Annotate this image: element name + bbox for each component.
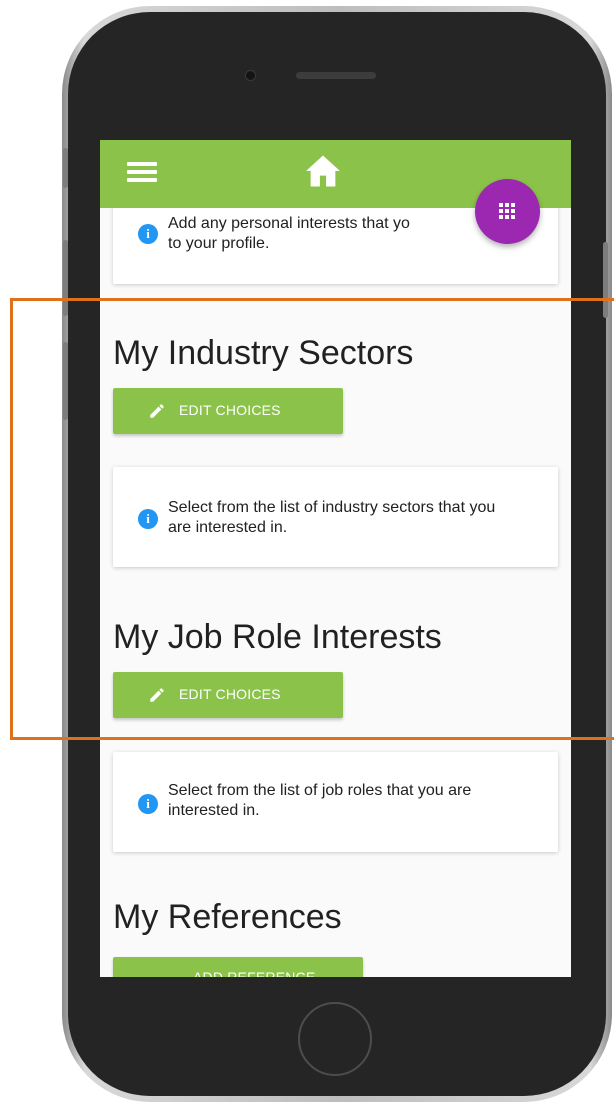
phone-volume-up-button <box>63 240 68 316</box>
job-role-interests-title: My Job Role Interests <box>113 618 442 656</box>
phone-mute-switch <box>63 148 68 188</box>
job-roles-info-text: Select from the list of job roles that y… <box>168 782 472 819</box>
edit-choices-label: EDIT CHOICES <box>179 402 281 418</box>
industry-sectors-title: My Industry Sectors <box>113 334 414 372</box>
info-icon: i <box>138 794 158 814</box>
info-icon: i <box>138 224 158 244</box>
job-roles-info-card: i Select from the list of job roles that… <box>113 752 558 852</box>
phone-power-button <box>603 242 608 318</box>
phone-camera <box>246 71 255 80</box>
edit-choices-label: EDIT CHOICES <box>179 686 281 702</box>
info-icon: i <box>138 509 158 529</box>
phone-volume-down-button <box>63 342 68 420</box>
industry-sectors-info-text: Select from the list of industry sectors… <box>168 499 496 536</box>
apps-grid-icon <box>499 203 515 219</box>
home-icon[interactable] <box>304 154 342 188</box>
pencil-icon <box>150 404 164 418</box>
apps-fab-button[interactable] <box>475 179 540 244</box>
app-screen: i Add any personal interests that yo to … <box>100 140 571 977</box>
add-reference-label: ADD REFERENCE <box>193 969 316 977</box>
add-reference-button[interactable]: ADD REFERENCE <box>113 957 363 977</box>
pencil-icon <box>150 688 164 702</box>
industry-sectors-info-card: i Select from the list of industry secto… <box>113 467 558 567</box>
phone-home-button[interactable] <box>298 1002 372 1076</box>
references-title: My References <box>113 898 342 936</box>
edit-industry-sectors-button[interactable]: EDIT CHOICES <box>113 388 343 434</box>
hamburger-menu-icon[interactable] <box>127 162 157 182</box>
edit-job-roles-button[interactable]: EDIT CHOICES <box>113 672 343 718</box>
phone-speaker <box>296 72 376 79</box>
